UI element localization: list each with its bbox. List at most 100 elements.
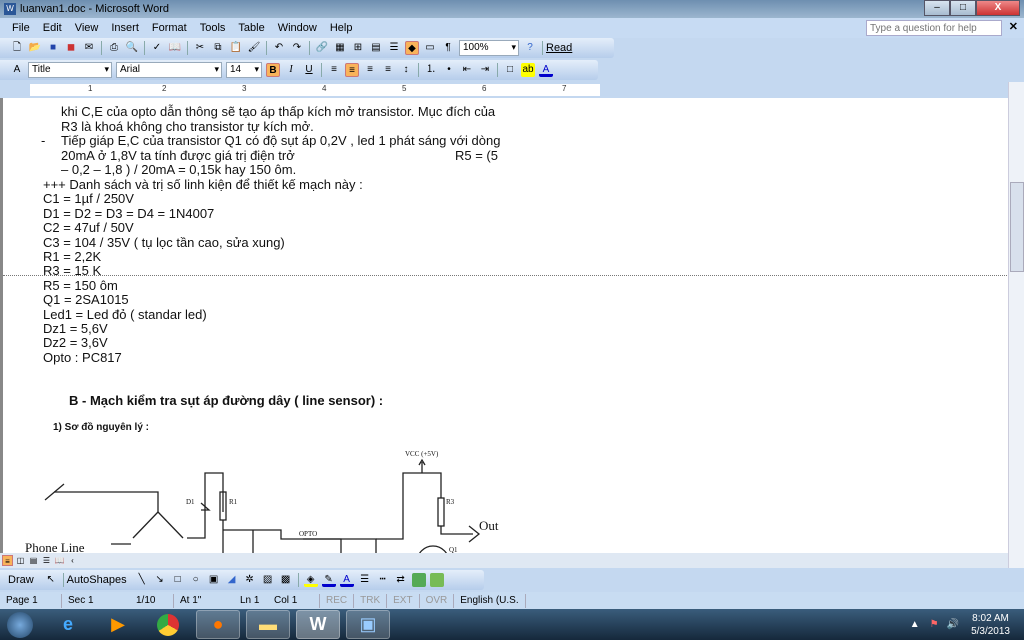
- line-color-icon[interactable]: ✎: [321, 573, 336, 587]
- select-objects-icon[interactable]: ↖: [44, 573, 58, 587]
- menu-view[interactable]: View: [75, 22, 99, 34]
- style-select[interactable]: Title: [28, 62, 112, 78]
- line-style-icon[interactable]: ☰: [358, 573, 372, 587]
- decrease-indent-icon[interactable]: ⇤: [460, 63, 474, 77]
- dash-style-icon[interactable]: ┅: [376, 573, 390, 587]
- bullets-icon[interactable]: •: [442, 63, 456, 77]
- outline-view-icon[interactable]: ☰: [41, 555, 52, 566]
- undo-icon[interactable]: ↶: [272, 41, 286, 55]
- diagram-icon[interactable]: ✲: [243, 573, 257, 587]
- minimize-button[interactable]: –: [924, 0, 950, 16]
- bold-button[interactable]: B: [266, 63, 280, 77]
- new-icon[interactable]: 🗋: [10, 41, 24, 55]
- arrow-icon[interactable]: ↘: [153, 573, 167, 587]
- font-color-icon[interactable]: A: [539, 63, 553, 77]
- document-map-icon[interactable]: ▭: [423, 41, 437, 55]
- cut-icon[interactable]: ✂: [193, 41, 207, 55]
- vertical-scrollbar[interactable]: [1008, 82, 1024, 568]
- underline-button[interactable]: U: [302, 63, 316, 77]
- internet-explorer-icon[interactable]: e: [46, 610, 90, 639]
- status-rec[interactable]: REC: [320, 593, 355, 608]
- horizontal-ruler[interactable]: 1 2 3 4 5 6 7: [0, 82, 1008, 98]
- status-ext[interactable]: EXT: [387, 593, 420, 608]
- status-trk[interactable]: TRK: [354, 593, 388, 608]
- increase-indent-icon[interactable]: ⇥: [478, 63, 492, 77]
- copy-icon[interactable]: ⧉: [211, 41, 225, 55]
- align-left-icon[interactable]: ≡: [327, 63, 341, 77]
- clipart-icon[interactable]: ▨: [261, 573, 275, 587]
- font-select[interactable]: Arial: [116, 62, 222, 78]
- normal-view-icon[interactable]: ≡: [2, 555, 13, 566]
- close-button[interactable]: X: [976, 0, 1020, 16]
- columns-icon[interactable]: ☰: [387, 41, 401, 55]
- font-color-draw-icon[interactable]: A: [339, 573, 354, 587]
- spelling-icon[interactable]: ✓: [150, 41, 164, 55]
- print-layout-icon[interactable]: ▤: [28, 555, 39, 566]
- document-page[interactable]: khi C,E của opto dẫn thông sẽ tạo áp thấ…: [0, 98, 1008, 553]
- volume-icon[interactable]: 🔊: [947, 619, 959, 630]
- format-painter-icon[interactable]: 🖌: [247, 41, 261, 55]
- hyperlink-icon[interactable]: 🔗: [315, 41, 329, 55]
- save-icon[interactable]: ■: [46, 41, 60, 55]
- rectangle-icon[interactable]: □: [171, 573, 185, 587]
- insert-table-icon[interactable]: ⊞: [351, 41, 365, 55]
- web-layout-icon[interactable]: ◫: [15, 555, 26, 566]
- fill-color-icon[interactable]: ◈: [303, 573, 318, 587]
- menu-window[interactable]: Window: [278, 22, 317, 34]
- oval-icon[interactable]: ○: [189, 573, 203, 587]
- align-right-icon[interactable]: ≡: [363, 63, 377, 77]
- email-icon[interactable]: ✉: [82, 41, 96, 55]
- arrow-style-icon[interactable]: ⇄: [394, 573, 408, 587]
- chrome-icon[interactable]: [146, 610, 190, 639]
- align-center-icon[interactable]: ≡: [345, 63, 359, 77]
- insert-excel-icon[interactable]: ▤: [369, 41, 383, 55]
- clock[interactable]: 8:02 AM 5/3/2013: [971, 612, 1010, 638]
- tables-borders-icon[interactable]: ▦: [333, 41, 347, 55]
- menu-insert[interactable]: Insert: [111, 22, 139, 34]
- scroll-thumb[interactable]: [1010, 182, 1024, 272]
- help-icon[interactable]: ?: [523, 41, 537, 55]
- redo-icon[interactable]: ↷: [290, 41, 304, 55]
- research-icon[interactable]: 📖: [168, 41, 182, 55]
- menu-file[interactable]: File: [12, 22, 30, 34]
- justify-icon[interactable]: ≡: [381, 63, 395, 77]
- menu-table[interactable]: Table: [238, 22, 264, 34]
- drawing-icon[interactable]: ◆: [405, 41, 419, 55]
- scroll-left-icon[interactable]: ‹: [67, 555, 78, 566]
- read-button[interactable]: Read: [546, 42, 572, 54]
- zoom-select[interactable]: 100%: [459, 40, 519, 56]
- show-hide-icon[interactable]: ¶: [441, 41, 455, 55]
- line-spacing-icon[interactable]: ↕: [399, 63, 413, 77]
- permission-icon[interactable]: ◼: [64, 41, 78, 55]
- start-button[interactable]: [0, 610, 40, 639]
- maximize-button[interactable]: □: [950, 0, 976, 16]
- border-icon[interactable]: □: [503, 63, 517, 77]
- menu-format[interactable]: Format: [152, 22, 187, 34]
- menu-help[interactable]: Help: [330, 22, 353, 34]
- paste-icon[interactable]: 📋: [229, 41, 243, 55]
- styles-icon[interactable]: A: [10, 63, 24, 77]
- textbox-icon[interactable]: ▣: [207, 573, 221, 587]
- close-document-icon[interactable]: ✕: [1009, 20, 1018, 33]
- picture-icon[interactable]: ▩: [279, 573, 293, 587]
- show-hidden-icons[interactable]: ▲: [910, 619, 920, 630]
- menu-edit[interactable]: Edit: [43, 22, 62, 34]
- status-ovr[interactable]: OVR: [420, 593, 455, 608]
- italic-button[interactable]: I: [284, 63, 298, 77]
- open-icon[interactable]: 📂: [28, 41, 42, 55]
- wordart-icon[interactable]: ◢: [225, 573, 239, 587]
- explorer-icon[interactable]: ▬: [246, 610, 290, 639]
- line-icon[interactable]: ╲: [135, 573, 149, 587]
- reading-layout-icon[interactable]: 📖: [54, 555, 65, 566]
- photo-viewer-icon[interactable]: ▣: [346, 610, 390, 639]
- menu-tools[interactable]: Tools: [200, 22, 226, 34]
- print-preview-icon[interactable]: 🔍: [125, 41, 139, 55]
- firefox-icon[interactable]: ●: [196, 610, 240, 639]
- print-icon[interactable]: ⎙: [107, 41, 121, 55]
- numbering-icon[interactable]: ⒈: [424, 63, 438, 77]
- media-player-icon[interactable]: ▶: [96, 610, 140, 639]
- help-search-input[interactable]: [866, 20, 1002, 36]
- shadow-icon[interactable]: [411, 573, 426, 587]
- autoshapes-menu[interactable]: AutoShapes: [67, 574, 127, 586]
- 3d-icon[interactable]: [429, 573, 444, 587]
